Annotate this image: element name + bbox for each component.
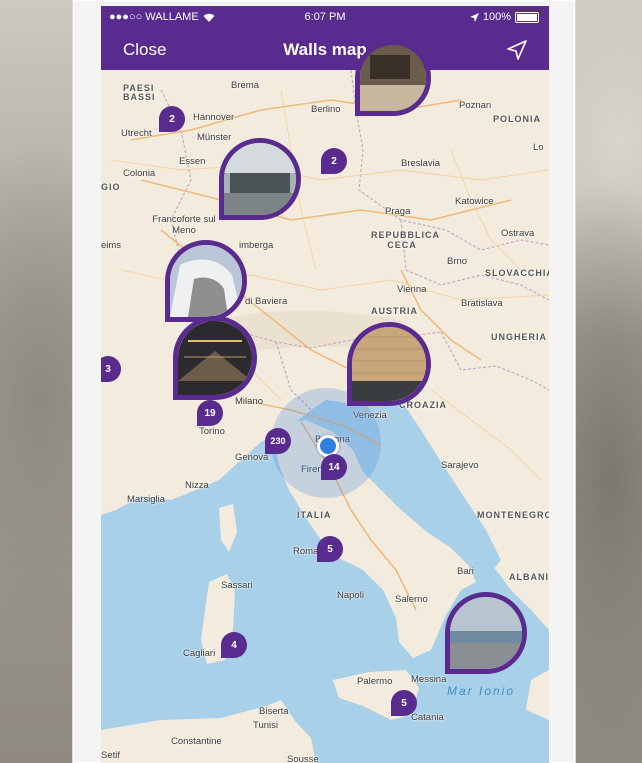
cluster-pin[interactable]: 230 [265, 428, 291, 454]
navigation-bar: Close Walls map [101, 28, 549, 70]
cluster-pin[interactable]: 5 [391, 690, 417, 716]
map-label-city: Utrecht [121, 128, 152, 139]
wall-photo-thumbnail [178, 321, 252, 395]
map-label-country: MONTENEGRO [477, 510, 549, 520]
locate-arrow-icon[interactable] [505, 38, 529, 62]
map-label-city: eims [101, 240, 122, 251]
location-services-icon [469, 12, 479, 22]
map-label-city: Setif [101, 750, 121, 761]
map-label-city: di Baviera [245, 296, 288, 307]
map-label-country: AUSTRIA [371, 306, 418, 316]
map-label-city: Bratislava [461, 298, 503, 309]
map-label-city: Nizza [185, 480, 209, 491]
map-label-city: Poznan [459, 100, 492, 111]
map-label-sea: Mar Ionio [447, 684, 516, 698]
app-screen: ●●●○○ WALLAME 6:07 PM 100% Close Walls m… [101, 6, 549, 763]
map-label-city: Napoli [337, 590, 364, 601]
map-label-city: Brema [231, 80, 259, 91]
map-label-city: Tunisi [253, 720, 278, 731]
battery-percent: 100% [482, 11, 511, 23]
map-label-country: SLOVACCHIA [485, 268, 549, 278]
wall-photo-pin[interactable] [165, 240, 247, 322]
map-label-city: Katowice [455, 196, 494, 207]
cluster-pin[interactable]: 2 [159, 106, 185, 132]
map-label-city: Bari [457, 566, 474, 577]
wall-photo-pin[interactable] [445, 592, 527, 674]
map-label-city: Berlino [311, 104, 341, 115]
map-label-country: REPUBBLICA CECA [371, 230, 441, 250]
map-label-city: Catania [411, 712, 444, 723]
map-label-city: Münster [197, 132, 232, 143]
map-label-country: ITALIA [297, 510, 332, 520]
map-label-city: Praga [385, 206, 411, 217]
cluster-pin[interactable]: 5 [317, 536, 343, 562]
map-label-city: Sousse [287, 754, 319, 763]
map-label-city: Roma [293, 546, 319, 557]
map-label-city: Colonia [123, 168, 156, 179]
wall-photo-thumbnail [450, 597, 522, 669]
map-label-city: Torino [199, 426, 225, 437]
cluster-pin[interactable]: 4 [221, 632, 247, 658]
map-label-city: Sassari [221, 580, 253, 591]
map-label-city: Milano [235, 396, 263, 407]
map-label-city: Hannover [193, 112, 235, 123]
map-label-city: imberga [239, 240, 274, 251]
wall-photo-pin[interactable] [347, 322, 431, 406]
wall-photo-thumbnail [360, 45, 426, 111]
map-label-city: Essen [179, 156, 206, 167]
map-label-country: PAESI BASSI [123, 83, 156, 102]
wall-photo-pin[interactable] [219, 138, 301, 220]
map-label-city: Messina [411, 674, 447, 685]
battery-icon [515, 11, 539, 23]
wall-photo-thumbnail [224, 143, 296, 215]
wall-photo-thumbnail [170, 245, 242, 317]
page-title: Walls map [283, 40, 367, 59]
map-label-city: Vienna [397, 284, 427, 295]
wall-photo-pin[interactable] [355, 40, 431, 116]
map-label-country: UNGHERIA [491, 332, 548, 342]
cluster-pin[interactable]: 2 [321, 148, 347, 174]
map-label-city: Palermo [357, 676, 393, 687]
wall-photo-pin[interactable] [173, 316, 257, 400]
map-label-city: Constantine [171, 736, 222, 747]
map-label-country: POLONIA [493, 114, 542, 124]
status-bar: ●●●○○ WALLAME 6:07 PM 100% [101, 6, 549, 28]
map-view[interactable]: PAESI BASSI POLONIA GIO REPUBBLICA CECA … [101, 40, 549, 763]
map-label-city: Cagliari [183, 648, 216, 659]
cluster-pin[interactable]: 14 [321, 454, 347, 480]
map-label-city: Ostrava [501, 228, 535, 239]
cluster-pin[interactable]: 19 [197, 400, 223, 426]
map-label-city: Breslavia [401, 158, 441, 169]
map-label-city: Sarajevo [441, 460, 479, 471]
map-label-city: Salerno [395, 594, 428, 605]
map-label-city: Lo [533, 142, 544, 153]
map-label-city: Marsiglia [127, 494, 166, 505]
map-label-city: Biserta [259, 706, 289, 717]
map-label-city: Brno [447, 256, 468, 267]
map-label-country: ALBANIA [509, 572, 549, 582]
wall-photo-thumbnail [352, 327, 426, 401]
map-label-city: Genova [235, 452, 269, 463]
map-label-city: Francoforte sul Meno [152, 214, 216, 236]
map-label-country: GIO [101, 182, 121, 192]
